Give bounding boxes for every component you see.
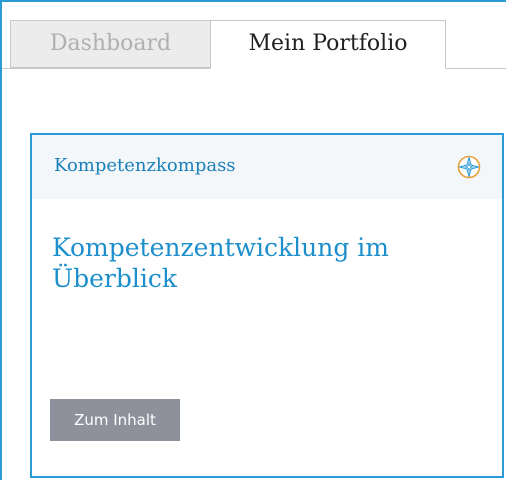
compass-icon[interactable] [457,155,481,179]
card-title: Kompetenzentwicklung im Überblick [52,233,390,293]
card-header-title: Kompetenzkompass [54,155,236,176]
zum-inhalt-button[interactable]: Zum Inhalt [50,399,180,441]
card-header: Kompetenzkompass [32,135,502,199]
kompetenzkompass-card: Kompetenzkompass Kompetenzentwicklung im… [30,133,504,478]
tab-mein-portfolio[interactable]: Mein Portfolio [210,20,446,69]
tab-dashboard[interactable]: Dashboard [10,20,210,68]
tab-bar: Dashboard Mein Portfolio [2,2,506,70]
